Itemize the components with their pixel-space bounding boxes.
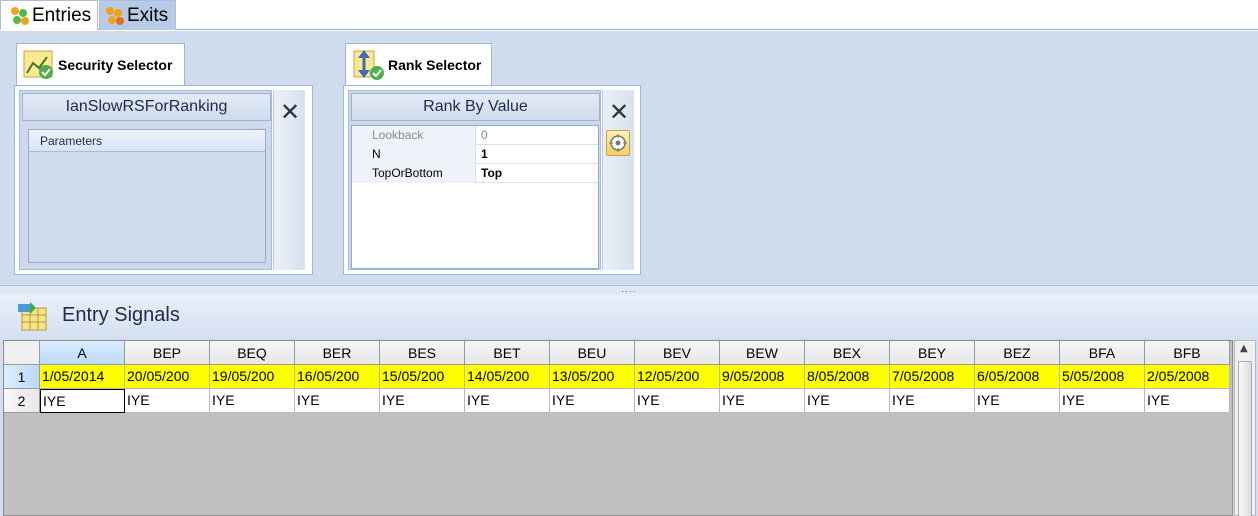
grid-cell[interactable]: IYE (40, 389, 125, 413)
property-value[interactable]: 1 (478, 145, 488, 164)
grid-cell[interactable]: IYE (465, 389, 550, 413)
security-selector-name: IanSlowRSForRanking (65, 98, 228, 115)
close-icon[interactable]: ✕ (609, 100, 629, 124)
vertical-scrollbar[interactable]: ▲ (1234, 340, 1256, 516)
close-icon[interactable]: ✕ (280, 100, 300, 124)
rank-selector-panel: Rank By Value Lookback 0 N 1 TopOrBottom… (343, 85, 641, 275)
grid-cell[interactable]: IYE (380, 389, 465, 413)
entry-signals-grid[interactable]: A BEP BEQ BER BES BET BEU BEV BEW BEX BEY BEZ BFA BFB… (3, 340, 1233, 516)
property-row-lookback[interactable]: Lookback 0 (352, 126, 598, 145)
target-button[interactable] (606, 130, 630, 156)
grid-cell[interactable]: 19/05/200 (210, 365, 295, 389)
grid-cell[interactable]: IYE (975, 389, 1060, 413)
column-header[interactable]: BES (380, 341, 465, 365)
grid-cell[interactable]: IYE (125, 389, 210, 413)
grid-cell[interactable]: IYE (1145, 389, 1230, 413)
scroll-up-icon[interactable]: ▲ (1240, 343, 1248, 354)
security-selector-label: Security Selector (58, 56, 173, 73)
rank-selector-label: Rank Selector (388, 56, 482, 73)
column-header[interactable]: BEQ (210, 341, 295, 365)
scroll-thumb[interactable] (1238, 361, 1252, 516)
rank-selector-name: Rank By Value (423, 98, 528, 115)
property-row-n[interactable]: N 1 (352, 145, 598, 164)
grid-cell[interactable]: 16/05/200 (295, 365, 380, 389)
property-name: Lookback (352, 126, 476, 145)
splitter-grip: .... (621, 285, 637, 295)
selector-config-area: Security Selector IanSlowRSForRanking Pa… (0, 31, 1258, 286)
property-name: N (352, 145, 476, 164)
orange-dots-icon (106, 6, 124, 25)
grid-cell[interactable]: 14/05/200 (465, 365, 550, 389)
grid-cell[interactable]: 9/05/2008 (720, 365, 805, 389)
tab-entries[interactable]: Entries (0, 0, 98, 30)
security-selector-header: IanSlowRSForRanking (22, 93, 271, 121)
security-chart-check-icon (23, 50, 53, 79)
grid-cell[interactable]: 13/05/200 (550, 365, 635, 389)
security-selector-sidebar: ✕ (273, 90, 305, 270)
signals-grid-icon (18, 302, 47, 331)
grid-cell[interactable]: 5/05/2008 (1060, 365, 1145, 389)
grid-cell[interactable]: IYE (805, 389, 890, 413)
grid-corner[interactable] (4, 341, 40, 365)
grid-cell[interactable]: 2/05/2008 (1145, 365, 1230, 389)
column-header[interactable]: BEW (720, 341, 805, 365)
crosshair-icon (609, 134, 627, 152)
security-selector-body: IanSlowRSForRanking Parameters (19, 90, 272, 270)
entry-signals-header: Entry Signals (0, 294, 1258, 338)
tab-entries-label: Entries (32, 4, 92, 26)
column-header[interactable]: BER (295, 341, 380, 365)
entry-signals-panel: Entry Signals A BEP BEQ BER BES BET BEU BEV BEW B… (0, 294, 1258, 516)
column-header[interactable]: BEZ (975, 341, 1060, 365)
rank-sort-check-icon (353, 49, 384, 80)
column-header[interactable]: A (40, 341, 125, 365)
rank-selector-tab[interactable]: Rank Selector (345, 43, 492, 85)
rank-selector-header: Rank By Value (351, 93, 600, 121)
grid-cell[interactable]: IYE (210, 389, 295, 413)
green-orange-dots-icon (11, 6, 29, 25)
rank-properties-grid: Lookback 0 N 1 TopOrBottom Top (351, 125, 599, 269)
parameters-header: Parameters (29, 130, 265, 152)
grid-cell[interactable]: IYE (720, 389, 805, 413)
property-name: TopOrBottom (352, 164, 476, 183)
entry-signals-title: Entry Signals (62, 304, 180, 326)
rank-selector-body: Rank By Value Lookback 0 N 1 TopOrBottom… (348, 90, 601, 270)
grid-cell[interactable]: 20/05/200 (125, 365, 210, 389)
property-value[interactable]: Top (478, 164, 502, 183)
grid-cell[interactable]: IYE (890, 389, 975, 413)
column-header[interactable]: BEV (635, 341, 720, 365)
grid-cell[interactable]: IYE (1060, 389, 1145, 413)
property-row-toporbottom[interactable]: TopOrBottom Top (352, 164, 598, 183)
security-selector-tab[interactable]: Security Selector (16, 43, 185, 85)
column-header[interactable]: BEY (890, 341, 975, 365)
column-header[interactable]: BEP (125, 341, 210, 365)
column-header[interactable]: BEX (805, 341, 890, 365)
grid-cell[interactable]: IYE (635, 389, 720, 413)
grid-cell[interactable]: 1/05/2014 (40, 365, 125, 389)
panel-splitter[interactable]: .... (0, 285, 1258, 295)
top-tab-strip: Entries Exits (0, 0, 1258, 30)
tab-exits[interactable]: Exits (99, 0, 176, 30)
grid-cell[interactable]: 12/05/200 (635, 365, 720, 389)
grid-cell[interactable]: 15/05/200 (380, 365, 465, 389)
grid-cell[interactable]: 6/05/2008 (975, 365, 1060, 389)
row-header[interactable]: 2 (4, 389, 40, 413)
grid-cell[interactable]: IYE (550, 389, 635, 413)
grid-cell[interactable]: 7/05/2008 (890, 365, 975, 389)
row-header[interactable]: 1 (4, 365, 40, 389)
parameters-panel: Parameters (28, 129, 266, 263)
column-header[interactable]: BFB (1145, 341, 1230, 365)
security-selector-panel: IanSlowRSForRanking Parameters ✕ (14, 85, 313, 275)
grid-cell[interactable]: IYE (295, 389, 380, 413)
column-header[interactable]: BFA (1060, 341, 1145, 365)
grid-cell[interactable]: 8/05/2008 (805, 365, 890, 389)
property-value[interactable]: 0 (478, 126, 488, 145)
tab-exits-label: Exits (127, 4, 169, 26)
rank-selector-sidebar: ✕ (602, 90, 634, 270)
column-header[interactable]: BET (465, 341, 550, 365)
column-header[interactable]: BEU (550, 341, 635, 365)
